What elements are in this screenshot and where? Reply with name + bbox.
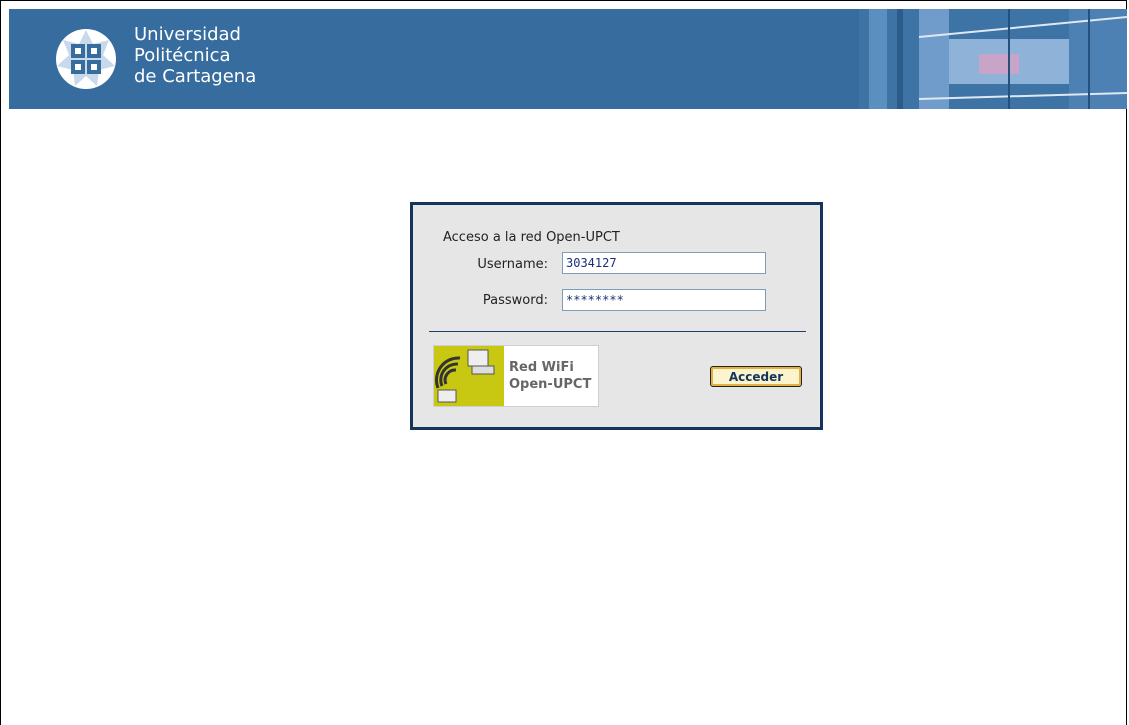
username-field[interactable] [562, 252, 766, 274]
university-name-line: Universidad [134, 24, 241, 45]
university-name-line: de Cartagena [134, 66, 257, 87]
login-title: Acceso a la red Open-UPCT [443, 230, 620, 245]
username-label: Username: [477, 257, 548, 272]
university-name: Universidad Politécnica de Cartagena [134, 24, 256, 87]
password-field[interactable] [562, 289, 766, 311]
page: Universidad Politécnica de Cartagena Acc… [0, 0, 1127, 725]
university-name-line: Politécnica [134, 45, 231, 66]
banner-building-image [859, 9, 1127, 109]
wifi-logo-line: Red WiFi [509, 360, 574, 375]
header-banner: Universidad Politécnica de Cartagena [9, 9, 1127, 109]
wifi-logo-line: Open-UPCT [509, 377, 592, 392]
wifi-logo-text: Red WiFi Open-UPCT [509, 359, 591, 393]
password-label: Password: [482, 293, 548, 308]
acceder-button[interactable]: Acceder [710, 366, 802, 387]
wifi-logo: Red WiFi Open-UPCT [433, 345, 599, 407]
login-panel: Acceso a la red Open-UPCT Username: Pass… [410, 202, 823, 430]
upct-emblem-icon [56, 29, 116, 89]
divider [429, 331, 806, 332]
wifi-computer-icon [434, 346, 504, 406]
